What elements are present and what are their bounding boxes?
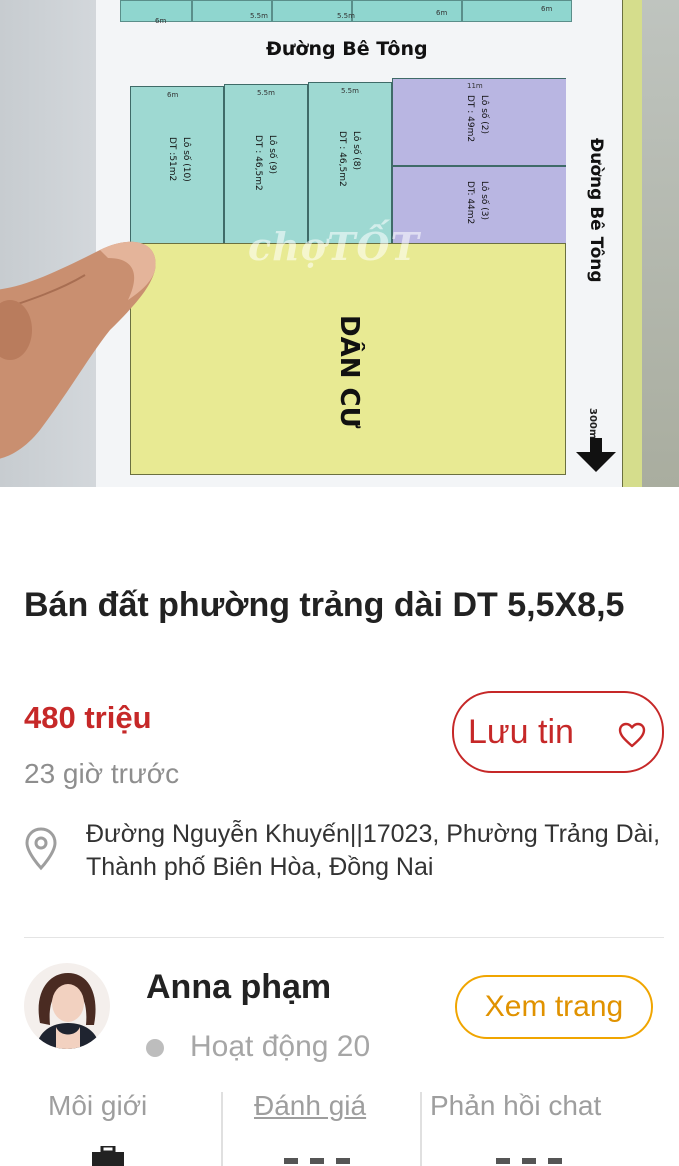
view-profile-button[interactable]: Xem trang xyxy=(455,975,653,1039)
dimension-label: 5.5m xyxy=(337,12,355,20)
briefcase-icon xyxy=(92,1146,124,1166)
arrow-down-icon xyxy=(576,438,616,472)
save-listing-label: Lưu tin xyxy=(468,712,574,751)
lot-area: DT : 46,5m2 xyxy=(253,135,263,191)
save-listing-button[interactable]: Lưu tin xyxy=(452,691,664,773)
lot-area: DT : 46,5m2 xyxy=(337,131,347,187)
watermark: chợTỐT xyxy=(248,224,420,269)
avatar-image xyxy=(24,963,110,1049)
seller-name[interactable]: Anna phạm xyxy=(146,968,331,1007)
location-pin-icon xyxy=(25,827,57,871)
dimension-label: 6m xyxy=(167,91,179,99)
dimension-label: 6m xyxy=(541,5,553,13)
section-divider xyxy=(24,937,664,938)
green-strip xyxy=(622,0,642,487)
lot-10: 6m Lô số (10) DT :51m2 xyxy=(130,86,224,246)
top-road-label: Đường Bê Tông xyxy=(266,38,428,60)
lot-8: 5.5m Lô số (8) DT : 46,5m2 xyxy=(308,82,392,246)
posted-time: 23 giờ trước xyxy=(24,758,180,789)
lot-area: DT :51m2 xyxy=(167,137,177,182)
lot-area: DT : 49m2 xyxy=(465,95,475,143)
lot-name: Lô số (10) xyxy=(181,137,191,182)
lot-2: 11m Lô số (2) DT : 49m2 xyxy=(392,78,568,166)
lot-name: Lô số (9) xyxy=(267,135,277,175)
lot-name: Lô số (2) xyxy=(479,95,489,135)
hand-image xyxy=(0,241,156,459)
lot-name: Lô số (3) xyxy=(479,181,489,221)
listing-address: Đường Nguyễn Khuyến||17023, Phường Trảng… xyxy=(86,820,661,881)
distance-label: 300m xyxy=(587,408,598,440)
dimension-label: 5.5m xyxy=(257,89,275,97)
top-lot xyxy=(462,0,572,22)
residential-label: DÂN CƯ xyxy=(334,315,364,429)
chat-dashes-icon xyxy=(496,1158,562,1164)
status-dot-icon xyxy=(146,1039,164,1057)
stat-divider xyxy=(221,1092,223,1166)
dimension-label: 5.5m xyxy=(341,87,359,95)
dimension-label: 5.5m xyxy=(250,12,268,20)
listing-price: 480 triệu xyxy=(24,700,152,735)
stat-divider xyxy=(420,1092,422,1166)
rating-dashes-icon xyxy=(284,1158,350,1164)
dimension-label: 6m xyxy=(436,9,448,17)
seller-avatar[interactable] xyxy=(24,963,110,1049)
side-road-label: Đường Bê Tông xyxy=(586,138,606,283)
stat-chat-response-label: Phản hồi chat xyxy=(430,1090,602,1121)
dimension-label: 6m xyxy=(155,17,167,25)
heart-icon xyxy=(618,722,646,748)
lot-9: 5.5m Lô số (9) DT : 46,5m2 xyxy=(224,84,308,246)
lot-area: DT: 44m2 xyxy=(465,181,475,225)
stat-broker-label: Môi giới xyxy=(48,1090,148,1121)
seller-status: Hoạt động 20 xyxy=(190,1030,371,1063)
stat-rating-label[interactable]: Đánh giá xyxy=(254,1090,366,1122)
listing-photo[interactable]: 6m 5.5m 5.5m 6m 6m Đường Bê Tông 6m Lô s… xyxy=(0,0,679,487)
dimension-label: 11m xyxy=(467,82,483,90)
listing-title: Bán đất phường trảng dài DT 5,5X8,5 xyxy=(24,586,625,624)
lot-name: Lô số (8) xyxy=(351,131,361,171)
view-profile-label: Xem trang xyxy=(484,990,624,1023)
